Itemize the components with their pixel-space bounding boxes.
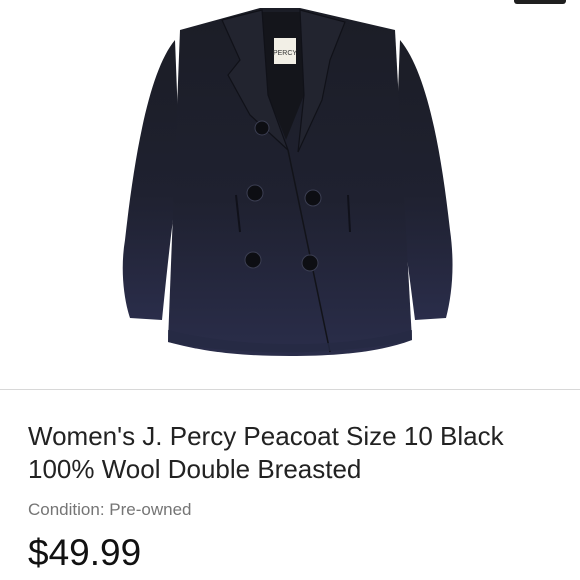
- brand-label-text: PERCY: [273, 50, 297, 57]
- product-photo[interactable]: PERCY: [0, 0, 580, 390]
- item-condition: Condition: Pre-owned: [28, 500, 192, 519]
- peacoat-image: PERCY: [122, 8, 453, 356]
- listing-title[interactable]: Women's J. Percy Peacoat Size 10 Black 1…: [28, 420, 558, 486]
- section-divider: [0, 389, 580, 390]
- item-price: $49.99: [28, 532, 142, 573]
- coat-button: [246, 184, 264, 202]
- coat-button: [254, 120, 270, 136]
- coat-button: [301, 254, 319, 272]
- coat-button: [244, 251, 262, 269]
- coat-button: [304, 189, 322, 207]
